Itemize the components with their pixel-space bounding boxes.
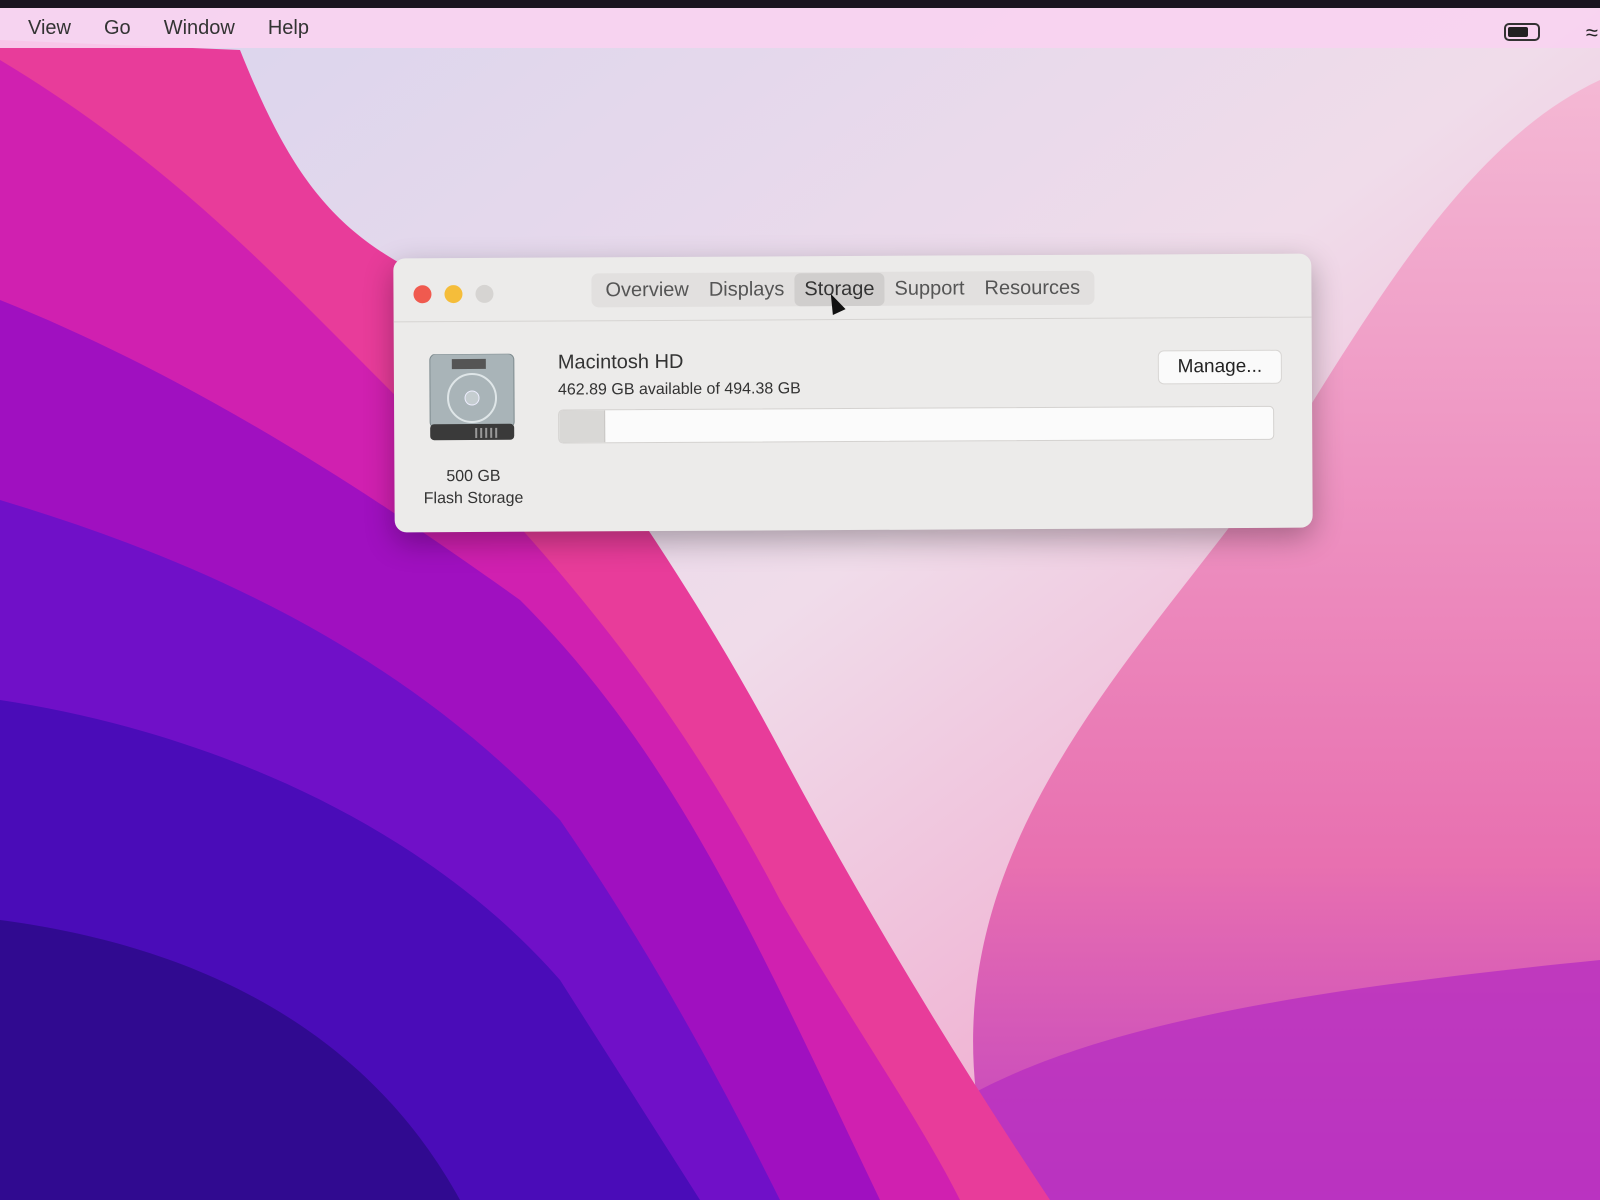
title-bar: Overview Displays Storage Support Resour… bbox=[393, 253, 1312, 323]
tab-bar: Overview Displays Storage Support Resour… bbox=[591, 270, 1095, 308]
volume-name: Macintosh HD bbox=[557, 350, 684, 374]
disk-type: Flash Storage bbox=[423, 489, 524, 508]
screen-bezel bbox=[0, 0, 1600, 8]
battery-icon[interactable] bbox=[1504, 23, 1540, 41]
storage-usage-bar bbox=[558, 405, 1275, 444]
wifi-icon[interactable]: ≈ bbox=[1586, 20, 1598, 46]
close-button[interactable] bbox=[413, 285, 432, 304]
tab-overview[interactable]: Overview bbox=[595, 273, 699, 307]
tab-support[interactable]: Support bbox=[884, 272, 974, 305]
zoom-button[interactable] bbox=[475, 284, 494, 303]
menu-window[interactable]: Window bbox=[164, 17, 235, 40]
volume-availability: 462.89 GB available of 494.38 GB bbox=[557, 380, 801, 399]
menu-help[interactable]: Help bbox=[268, 17, 309, 40]
disk-size: 500 GB bbox=[446, 467, 501, 486]
menu-bar: View Go Window Help ≈ bbox=[0, 8, 1600, 48]
menu-go[interactable]: Go bbox=[104, 17, 131, 40]
hard-drive-icon bbox=[429, 353, 515, 441]
about-this-mac-window: Overview Displays Storage Support Resour… bbox=[393, 253, 1313, 533]
manage-button[interactable]: Manage... bbox=[1157, 349, 1282, 385]
tab-resources[interactable]: Resources bbox=[974, 271, 1090, 305]
menu-view[interactable]: View bbox=[28, 17, 71, 40]
tab-displays[interactable]: Displays bbox=[699, 273, 795, 307]
storage-used-segment bbox=[559, 410, 605, 443]
desktop-wallpaper bbox=[0, 0, 1600, 1200]
disk-caption: 500 GB Flash Storage bbox=[408, 466, 538, 511]
minimize-button[interactable] bbox=[444, 285, 463, 304]
